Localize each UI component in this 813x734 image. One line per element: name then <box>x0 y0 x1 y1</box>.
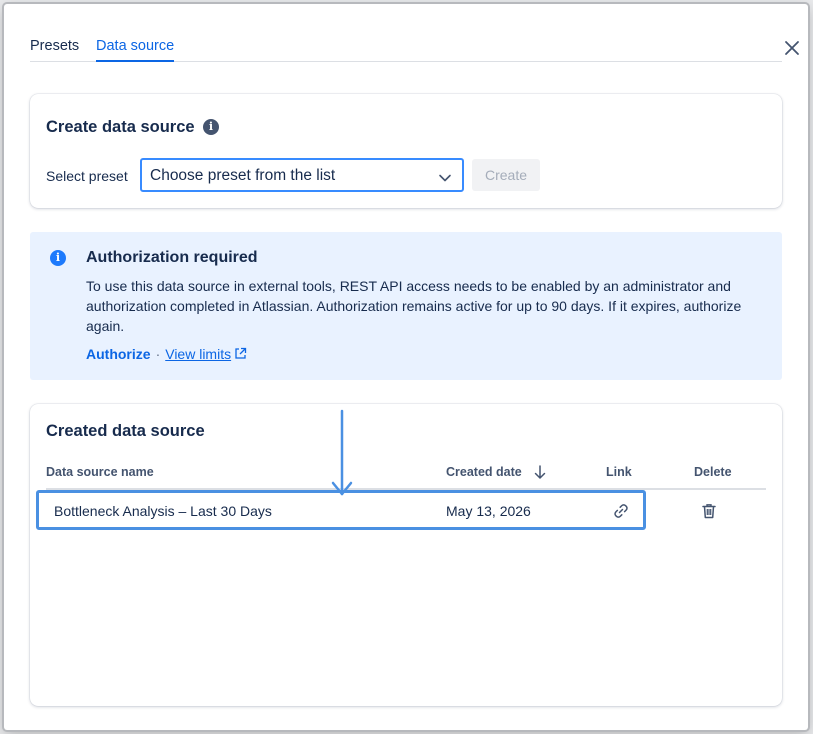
authorization-title: Authorization required <box>86 249 258 266</box>
annotation-arrow-icon <box>330 409 354 499</box>
view-limits-link[interactable]: View limits <box>165 346 247 362</box>
authorization-banner: i Authorization required To use this dat… <box>30 232 782 380</box>
data-source-name-cell: Bottleneck Analysis – Last 30 Days <box>54 503 272 519</box>
table-row[interactable]: Bottleneck Analysis – Last 30 Days May 1… <box>36 490 740 530</box>
tab-data-source[interactable]: Data source <box>96 38 175 62</box>
trash-icon[interactable] <box>700 502 718 520</box>
created-data-source-card: Created data source Data source name Cre… <box>30 404 782 706</box>
create-card-title: Create data source <box>46 118 195 136</box>
view-limits-label: View limits <box>165 346 232 362</box>
separator-dot: · <box>155 346 161 362</box>
arrow-down-icon[interactable] <box>534 464 546 480</box>
preset-select[interactable]: Choose preset from the list <box>140 158 464 192</box>
preset-select-value: Choose preset from the list <box>150 167 336 184</box>
authorization-actions: Authorize · View limits <box>86 346 247 362</box>
column-header-created-date[interactable]: Created date <box>446 465 522 479</box>
column-header-link: Link <box>606 465 632 479</box>
close-icon[interactable] <box>782 38 802 58</box>
create-data-source-card: Create data source i Select preset Choos… <box>30 94 782 208</box>
create-button[interactable]: Create <box>472 159 540 191</box>
authorization-message: To use this data source in external tool… <box>86 278 742 334</box>
external-link-icon <box>234 347 247 360</box>
data-source-dialog: Presets Data source Create data source i… <box>4 4 808 730</box>
select-preset-label: Select preset <box>46 168 128 184</box>
tab-presets[interactable]: Presets <box>30 38 79 60</box>
created-card-title: Created data source <box>46 422 205 440</box>
column-header-delete: Delete <box>694 465 732 479</box>
created-date-cell: May 13, 2026 <box>446 503 531 519</box>
tab-bar: Presets Data source <box>30 4 799 62</box>
info-icon[interactable]: i <box>203 119 219 135</box>
info-icon: i <box>50 250 66 266</box>
column-header-name: Data source name <box>46 465 154 479</box>
link-icon[interactable] <box>612 502 630 520</box>
authorize-link[interactable]: Authorize <box>86 346 151 362</box>
chevron-down-icon <box>438 170 452 182</box>
